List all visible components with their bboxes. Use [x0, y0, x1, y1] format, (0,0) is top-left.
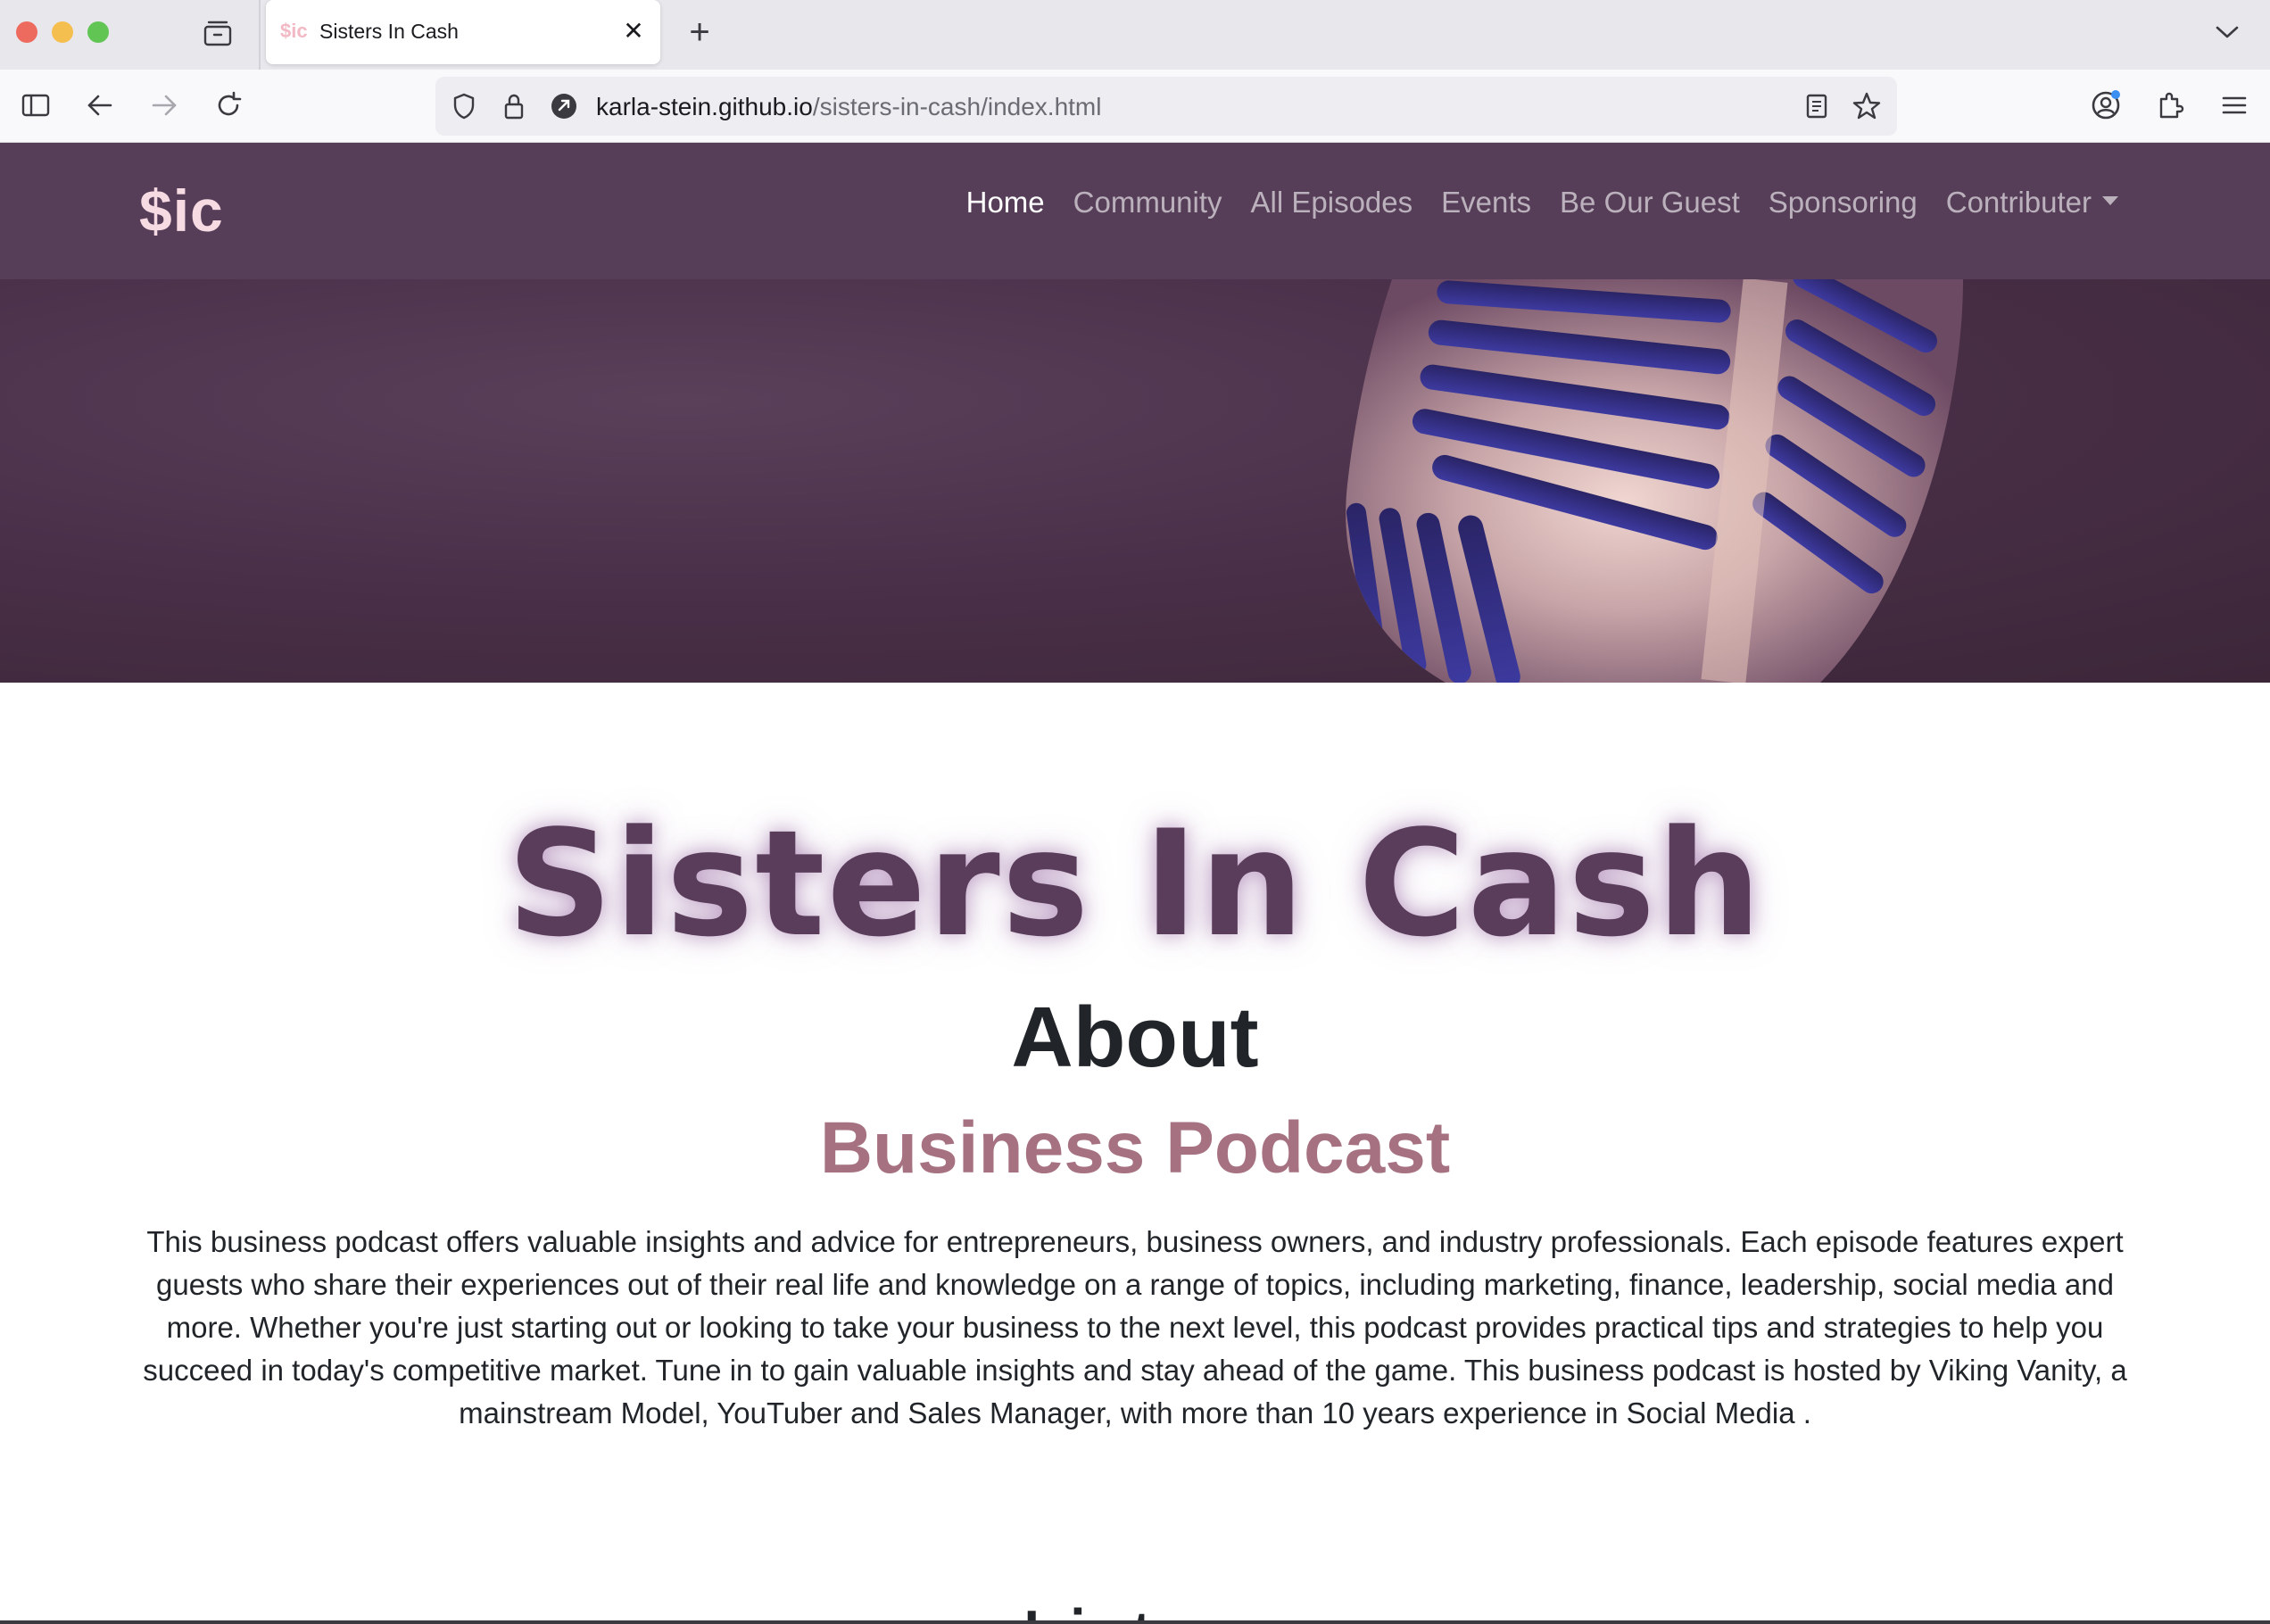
brand-logo[interactable]: $ic: [139, 177, 224, 244]
site-permissions-icon[interactable]: [546, 89, 582, 123]
reload-icon[interactable]: [207, 86, 250, 125]
about-paragraph: This business podcast offers valuable in…: [143, 1225, 2127, 1429]
new-tab-button[interactable]: +: [682, 12, 717, 52]
lock-icon[interactable]: [496, 89, 532, 123]
subtitle-business-podcast: Business Podcast: [819, 1107, 1451, 1189]
maximize-window-button[interactable]: [87, 21, 109, 43]
bookmark-star-icon[interactable]: [1849, 89, 1885, 123]
address-bar[interactable]: karla-stein.github.io/sisters-in-cash/in…: [435, 77, 1897, 136]
microphone-image: [1346, 279, 1963, 683]
close-window-button[interactable]: [16, 21, 37, 43]
nav-link-community[interactable]: Community: [1073, 186, 1222, 220]
url-path: /sisters-in-cash/index.html: [812, 93, 1102, 120]
site-menu: Home Community All Episodes Events Be Ou…: [966, 186, 2118, 220]
favicon-icon: $ic: [280, 20, 308, 42]
shield-icon[interactable]: [446, 89, 482, 123]
nav-dropdown-label: Contributer: [1945, 186, 2092, 219]
extensions-icon[interactable]: [2149, 86, 2191, 125]
next-heading-text: Listen: [1021, 1592, 1249, 1624]
nav-link-events[interactable]: Events: [1441, 186, 1531, 220]
next-section-heading: Listen: [0, 1578, 2270, 1624]
tab-title: Sisters In Cash: [319, 20, 459, 43]
tab-sisters-in-cash[interactable]: $ic Sisters In Cash ✕: [266, 0, 660, 64]
caret-down-icon: [2102, 196, 2118, 206]
nav-dropdown-contributer[interactable]: Contributer: [1946, 186, 2118, 220]
back-arrow-icon[interactable]: [79, 86, 121, 125]
sidebar-toggle-icon[interactable]: [14, 86, 57, 125]
page-title: Sisters In Cash: [507, 799, 1763, 969]
minimize-window-button[interactable]: [52, 21, 73, 43]
browser-toolbar: karla-stein.github.io/sisters-in-cash/in…: [0, 70, 2270, 143]
about-heading: About: [1011, 990, 1259, 1085]
forward-arrow-icon[interactable]: [143, 86, 186, 125]
menu-hamburger-icon[interactable]: [2213, 86, 2256, 125]
url-text[interactable]: karla-stein.github.io/sisters-in-cash/in…: [596, 93, 1101, 121]
browser-tab-bar: $ic Sisters In Cash ✕ +: [0, 0, 2270, 70]
account-icon[interactable]: [2084, 86, 2127, 125]
close-tab-icon[interactable]: ✕: [619, 16, 648, 45]
nav-link-home[interactable]: Home: [966, 186, 1045, 220]
reader-view-icon[interactable]: [1799, 89, 1835, 123]
nav-link-sponsoring[interactable]: Sponsoring: [1769, 186, 1918, 220]
tab-separator: [259, 0, 261, 70]
nav-link-be-our-guest[interactable]: Be Our Guest: [1560, 186, 1740, 220]
url-host: karla-stein.github.io: [596, 93, 813, 120]
tab-overview-icon[interactable]: [200, 18, 236, 50]
hero-banner: [0, 279, 2270, 683]
chevron-down-icon[interactable]: [2209, 16, 2245, 48]
nav-link-all-episodes[interactable]: All Episodes: [1251, 186, 1413, 220]
site-navbar: $ic Home Community All Episodes Events B…: [0, 143, 2270, 279]
window-bottom-edge: [0, 1620, 2270, 1624]
